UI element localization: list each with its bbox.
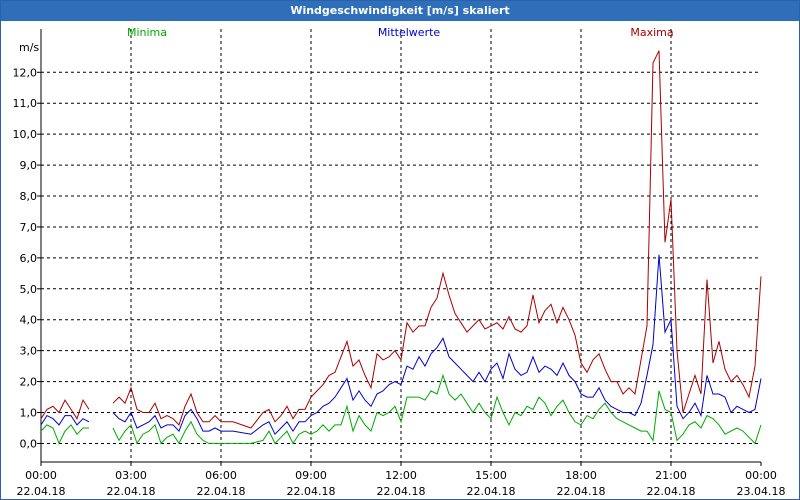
- x-tick-time-label: 09:00: [295, 469, 327, 482]
- window-title: Windgeschwindigkeit [m/s] skaliert: [1, 1, 799, 21]
- x-tick-date-label: 22.04.18: [557, 485, 606, 498]
- chart-window: Windgeschwindigkeit [m/s] skaliert 0,0 1,…: [0, 0, 800, 500]
- y-axis-label: m/s: [19, 41, 39, 54]
- legend-entry-maxima: Maxima: [630, 26, 673, 39]
- y-tick-label: 11,0: [13, 97, 38, 110]
- y-tick-label: 0,0: [20, 437, 38, 450]
- grid: [41, 29, 761, 462]
- wind-speed-chart: 0,0 1,0 2,0 3,0 4,0 5,0 6,0 7,0 8,0 9,0 10,0 11,0 12…: [13, 26, 786, 498]
- x-tick-time-label: 06:00: [205, 469, 237, 482]
- y-tick-label: 7,0: [20, 221, 38, 234]
- y-tick-label: 1,0: [20, 407, 38, 420]
- x-tick-date-label: 22.04.18: [17, 485, 66, 498]
- y-tick-label: 6,0: [20, 252, 38, 265]
- y-tick-label: 10,0: [13, 128, 38, 141]
- legend-entry-minima: Minima: [127, 26, 167, 39]
- x-tick-date-label: 23.04.18: [737, 485, 786, 498]
- y-tick-label: 12,0: [13, 66, 38, 79]
- y-tick-label: 2,0: [20, 376, 38, 389]
- y-tick-label: 8,0: [20, 190, 38, 203]
- x-tick-date-label: 22.04.18: [647, 485, 696, 498]
- x-tick-date-label: 22.04.18: [287, 485, 336, 498]
- x-tick-date-label: 22.04.18: [107, 485, 156, 498]
- y-tick-label: 5,0: [20, 283, 38, 296]
- x-tick-time-label: 12:00: [385, 469, 417, 482]
- x-tick-time-label: 15:00: [475, 469, 507, 482]
- series-line-maxima: [112, 50, 762, 429]
- x-tick-date-label: 22.04.18: [467, 485, 516, 498]
- x-tick-time-label: 03:00: [115, 469, 147, 482]
- y-tick-label: 9,0: [20, 159, 38, 172]
- x-tick-time-label: 00:00: [745, 469, 777, 482]
- tick-labels: 0,0 1,0 2,0 3,0 4,0 5,0 6,0 7,0 8,0 9,0 10,0 11,0 12…: [13, 41, 786, 498]
- series-line-minima: [40, 424, 89, 445]
- y-tick-label: 3,0: [20, 345, 38, 358]
- legend-entry-mittelwerte: Mittelwerte: [378, 26, 441, 39]
- series-line-mittelwerte: [40, 414, 90, 426]
- series-line-minima: [112, 373, 762, 445]
- x-tick-date-label: 22.04.18: [197, 485, 246, 498]
- x-tick-date-label: 22.04.18: [377, 485, 426, 498]
- y-tick-label: 4,0: [20, 314, 38, 327]
- x-tick-time-label: 21:00: [655, 469, 687, 482]
- x-tick-time-label: 00:00: [25, 469, 57, 482]
- legend: Minima Mittelwerte Maxima: [127, 26, 674, 39]
- x-tick-time-label: 18:00: [565, 469, 597, 482]
